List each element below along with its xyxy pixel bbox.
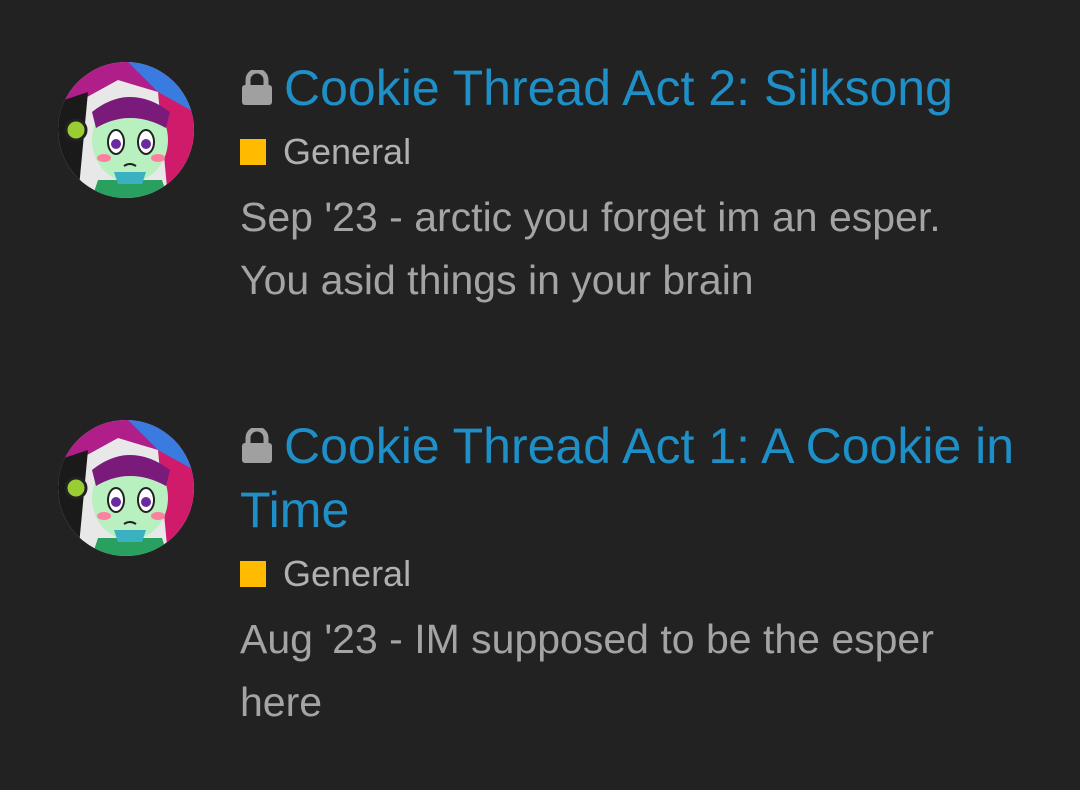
- lock-icon: [242, 70, 272, 105]
- category-color-swatch: [240, 139, 266, 165]
- topic-title-link[interactable]: Cookie Thread Act 1: A Cookie in Time: [240, 414, 1020, 542]
- topic-title: Cookie Thread Act 2: Silksong: [284, 60, 953, 116]
- category-badge[interactable]: General: [240, 553, 1020, 594]
- category-color-swatch: [240, 561, 266, 587]
- date-separator: -: [377, 194, 415, 240]
- category-badge[interactable]: General: [240, 131, 1020, 172]
- user-avatar[interactable]: [58, 420, 194, 556]
- post-excerpt[interactable]: Aug '23 - IM supposed to be the esper he…: [240, 608, 1020, 734]
- post-date: Sep '23: [240, 194, 378, 240]
- category-name: General: [283, 553, 412, 594]
- avatar-illustration: [58, 420, 194, 556]
- lock-icon: [242, 428, 272, 463]
- post-excerpt[interactable]: Sep '23 - arctic you forget im an esper.…: [240, 186, 1020, 312]
- user-avatar[interactable]: [58, 62, 194, 198]
- topic-title: Cookie Thread Act 1: A Cookie in Time: [240, 418, 1015, 538]
- avatar-illustration: [58, 62, 194, 198]
- topic-title-link[interactable]: Cookie Thread Act 2: Silksong: [240, 56, 1020, 120]
- date-separator: -: [377, 616, 415, 662]
- category-name: General: [283, 131, 412, 172]
- post-date: Aug '23: [240, 616, 378, 662]
